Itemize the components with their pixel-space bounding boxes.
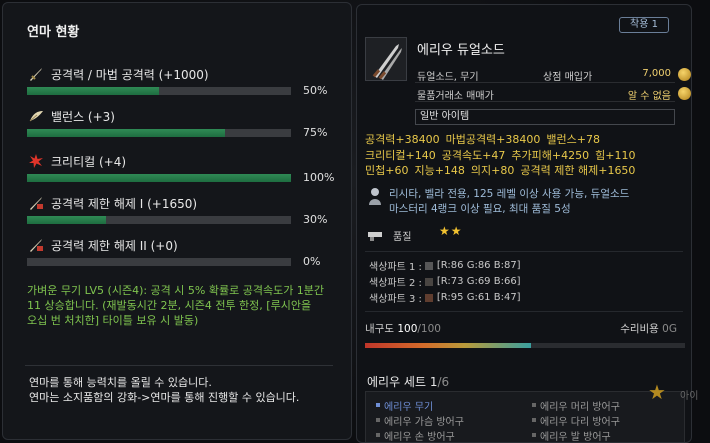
stat-attack-limit-1: 공격력 제한 해제 I (+1650) 30%: [27, 194, 337, 226]
feather-icon: [27, 107, 45, 125]
item-grade: 일반 아이템: [415, 109, 675, 125]
color-part-1: 색상파트 1 : [R:86 G:86 B:87]: [369, 260, 521, 273]
stat-label: 공격력 제한 해제 I (+1650): [51, 196, 198, 211]
equipped-badge: 착용 1: [619, 17, 669, 33]
set-item: 에리우 머리 방어구: [532, 398, 620, 413]
quality-icon: [367, 226, 385, 242]
gold-coin-icon: [678, 68, 691, 81]
effect-description: 가벼운 무기 LV5 (시즌4): 공격 시 5% 확률로 공격속도가 1분간 …: [27, 284, 325, 327]
stat-label: 밸런스 (+3): [51, 109, 115, 124]
stat-balance: 밸런스 (+3) 75%: [27, 107, 337, 139]
set-item: 에리우 손 방어구: [376, 428, 455, 442]
progress-bar: [27, 87, 291, 95]
refinement-status-panel: 연마 현황 공격력 / 마법 공격력 (+1000) 50% 밸런스 (+3) …: [2, 2, 352, 440]
color-part-3: 색상파트 3 : [R:95 G:61 B:47]: [369, 292, 521, 305]
stat-attack-limit-2: 공격력 제한 해제 II (+0) 0%: [27, 236, 337, 268]
stat-percent: 75%: [303, 126, 328, 139]
set-item: 에리우 다리 방어구: [532, 413, 620, 428]
divider: [365, 311, 683, 312]
item-stats: 공격력+38400 마법공격력+38400 밸런스+78 크리티컬+140 공격속도+…: [365, 133, 636, 177]
set-item: 에리우 발 방어구: [532, 428, 611, 442]
set-items-box: 에리우 무기 에리우 머리 방어구 에리우 가슴 방어구 에리우 다리 방어구 …: [365, 391, 685, 442]
unlock-sword-icon: [27, 236, 45, 254]
stat-label: 공격력 / 마법 공격력 (+1000): [51, 67, 209, 82]
stat-percent: 50%: [303, 84, 328, 97]
stat-attack: 공격력 / 마법 공격력 (+1000) 50%: [27, 65, 337, 97]
progress-bar: [27, 129, 291, 137]
trade-price-row: 물품거래소 매매가 알 수 없음: [415, 86, 691, 102]
side-label: 아이: [680, 391, 699, 402]
stat-critical: 크리티컬 (+4) 100%: [27, 152, 337, 184]
color-swatch: [424, 261, 433, 270]
item-name: 에리우 듀얼소드: [417, 43, 505, 58]
set-item: 에리우 가슴 방어구: [376, 413, 464, 428]
stat-percent: 30%: [303, 213, 328, 226]
progress-bar: [27, 258, 291, 266]
set-item: 에리우 무기: [375, 398, 433, 413]
gold-coin-icon: [678, 87, 691, 100]
stat-label: 크리티컬 (+4): [51, 154, 127, 169]
unlock-sword-icon: [27, 194, 45, 212]
progress-bar: [27, 174, 291, 182]
color-swatch: [424, 293, 433, 302]
progress-bar: [27, 216, 291, 224]
character-requirement-icon: [367, 187, 383, 205]
durability-bar: [365, 343, 685, 348]
window-root: 연마 현황 공격력 / 마법 공격력 (+1000) 50% 밸런스 (+3) …: [0, 0, 710, 443]
stat-label: 공격력 제한 해제 II (+0): [51, 238, 178, 253]
quality-stars: ★★: [439, 224, 463, 238]
dual-sword-icon: [365, 37, 407, 81]
durability-label: 내구도 100/100: [365, 323, 441, 335]
set-title: 에리우 세트 1/6: [367, 375, 450, 389]
divider: [25, 365, 333, 366]
stat-percent: 100%: [303, 171, 335, 184]
color-swatch: [424, 277, 433, 286]
quality-label: 품질: [393, 232, 412, 243]
usage-requirement: 리시타, 벨라 전용, 125 레벨 이상 사용 가능, 듀얼소드 마스터리 4…: [389, 188, 630, 215]
repair-cost: 수리비용 0G: [620, 323, 677, 335]
stat-percent: 0%: [303, 255, 321, 268]
star-icon: ★: [648, 380, 666, 404]
help-text: 연마를 통해 능력치를 올릴 수 있습니다. 연마는 소지품함의 강화->연마를…: [29, 376, 300, 404]
item-tooltip: 착용 1 에리우 듀얼소드 듀얼소드, 무기 상점 매입가 7,000 물품거래…: [356, 4, 692, 443]
divider: [365, 251, 683, 252]
sword-icon: [27, 65, 45, 83]
color-part-2: 색상파트 2 : [R:73 G:69 B:66]: [369, 276, 521, 289]
item-type-row: 듀얼소드, 무기 상점 매입가 7,000: [415, 67, 691, 83]
panel-title: 연마 현황: [27, 25, 80, 40]
critical-burst-icon: [27, 152, 45, 170]
